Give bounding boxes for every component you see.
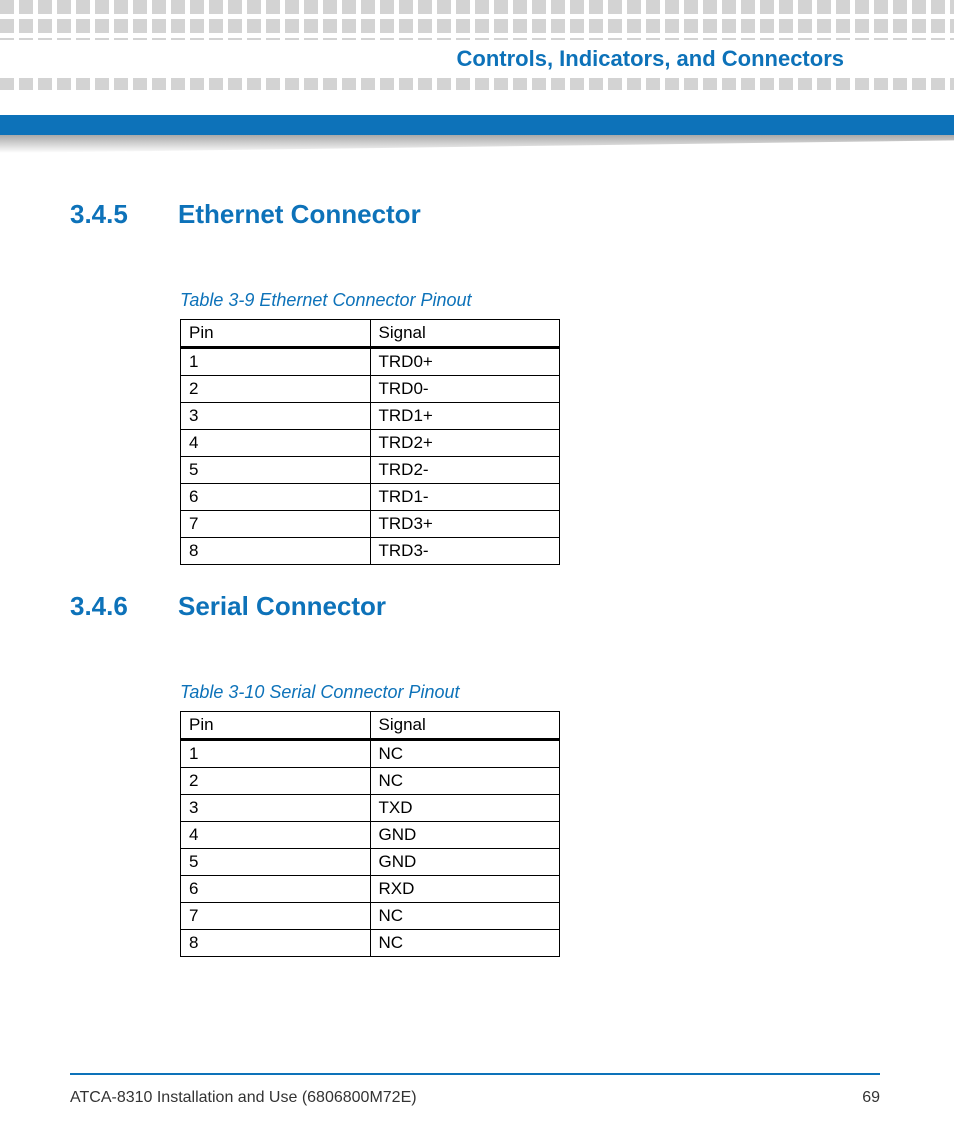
header-grey-wedge xyxy=(0,135,954,153)
cell-signal: NC xyxy=(370,740,560,768)
cell-signal: TRD2- xyxy=(370,457,560,484)
table-row: 2NC xyxy=(181,768,560,795)
section-title: Ethernet Connector xyxy=(178,199,421,230)
col-header-signal: Signal xyxy=(370,712,560,740)
page-content: 3.4.5 Ethernet Connector Table 3-9 Ether… xyxy=(70,185,880,983)
cell-pin: 3 xyxy=(181,403,371,430)
cell-signal: TXD xyxy=(370,795,560,822)
table-row: 6TRD1- xyxy=(181,484,560,511)
cell-signal: TRD3- xyxy=(370,538,560,565)
cell-pin: 7 xyxy=(181,903,371,930)
cell-signal: NC xyxy=(370,930,560,957)
table-row: 5TRD2- xyxy=(181,457,560,484)
table-row: 7NC xyxy=(181,903,560,930)
cell-pin: 7 xyxy=(181,511,371,538)
cell-signal: GND xyxy=(370,849,560,876)
table-row: 5GND xyxy=(181,849,560,876)
section-heading-ethernet: 3.4.5 Ethernet Connector xyxy=(70,199,880,230)
table-row: 6RXD xyxy=(181,876,560,903)
col-header-pin: Pin xyxy=(181,712,371,740)
section-heading-serial: 3.4.6 Serial Connector xyxy=(70,591,880,622)
header-blue-bar xyxy=(0,115,954,135)
cell-pin: 1 xyxy=(181,348,371,376)
ethernet-pinout-table: Pin Signal 1TRD0+2TRD0-3TRD1+4TRD2+5TRD2… xyxy=(180,319,560,565)
table-row: 3TRD1+ xyxy=(181,403,560,430)
table-row: 4TRD2+ xyxy=(181,430,560,457)
table-row: 7TRD3+ xyxy=(181,511,560,538)
table-row: 1NC xyxy=(181,740,560,768)
chapter-title: Controls, Indicators, and Connectors xyxy=(0,40,954,78)
footer-doc-title: ATCA-8310 Installation and Use (6806800M… xyxy=(70,1089,417,1107)
col-header-pin: Pin xyxy=(181,320,371,348)
cell-pin: 5 xyxy=(181,457,371,484)
col-header-signal: Signal xyxy=(370,320,560,348)
cell-signal: NC xyxy=(370,768,560,795)
cell-signal: TRD2+ xyxy=(370,430,560,457)
table-row: 2TRD0- xyxy=(181,376,560,403)
ethernet-table-block: Table 3-9 Ethernet Connector Pinout Pin … xyxy=(180,290,880,565)
table-row: 1TRD0+ xyxy=(181,348,560,376)
cell-signal: GND xyxy=(370,822,560,849)
cell-pin: 1 xyxy=(181,740,371,768)
cell-pin: 8 xyxy=(181,538,371,565)
footer-page-number: 69 xyxy=(862,1089,880,1107)
table-row: 8NC xyxy=(181,930,560,957)
cell-pin: 4 xyxy=(181,430,371,457)
cell-signal: TRD1- xyxy=(370,484,560,511)
section-number: 3.4.6 xyxy=(70,591,140,622)
cell-pin: 2 xyxy=(181,768,371,795)
table-caption: Table 3-10 Serial Connector Pinout xyxy=(180,682,880,703)
table-header-row: Pin Signal xyxy=(181,712,560,740)
cell-pin: 5 xyxy=(181,849,371,876)
cell-signal: NC xyxy=(370,903,560,930)
page-footer: ATCA-8310 Installation and Use (6806800M… xyxy=(70,1073,880,1107)
cell-pin: 8 xyxy=(181,930,371,957)
section-number: 3.4.5 xyxy=(70,199,140,230)
table-caption: Table 3-9 Ethernet Connector Pinout xyxy=(180,290,880,311)
section-title: Serial Connector xyxy=(178,591,386,622)
cell-signal: TRD3+ xyxy=(370,511,560,538)
cell-pin: 4 xyxy=(181,822,371,849)
cell-signal: TRD0+ xyxy=(370,348,560,376)
cell-signal: TRD1+ xyxy=(370,403,560,430)
cell-pin: 6 xyxy=(181,484,371,511)
table-header-row: Pin Signal xyxy=(181,320,560,348)
cell-pin: 2 xyxy=(181,376,371,403)
table-row: 4GND xyxy=(181,822,560,849)
table-row: 3TXD xyxy=(181,795,560,822)
cell-signal: RXD xyxy=(370,876,560,903)
cell-signal: TRD0- xyxy=(370,376,560,403)
cell-pin: 3 xyxy=(181,795,371,822)
serial-table-block: Table 3-10 Serial Connector Pinout Pin S… xyxy=(180,682,880,957)
table-row: 8TRD3- xyxy=(181,538,560,565)
cell-pin: 6 xyxy=(181,876,371,903)
serial-pinout-table: Pin Signal 1NC2NC3TXD4GND5GND6RXD7NC8NC xyxy=(180,711,560,957)
